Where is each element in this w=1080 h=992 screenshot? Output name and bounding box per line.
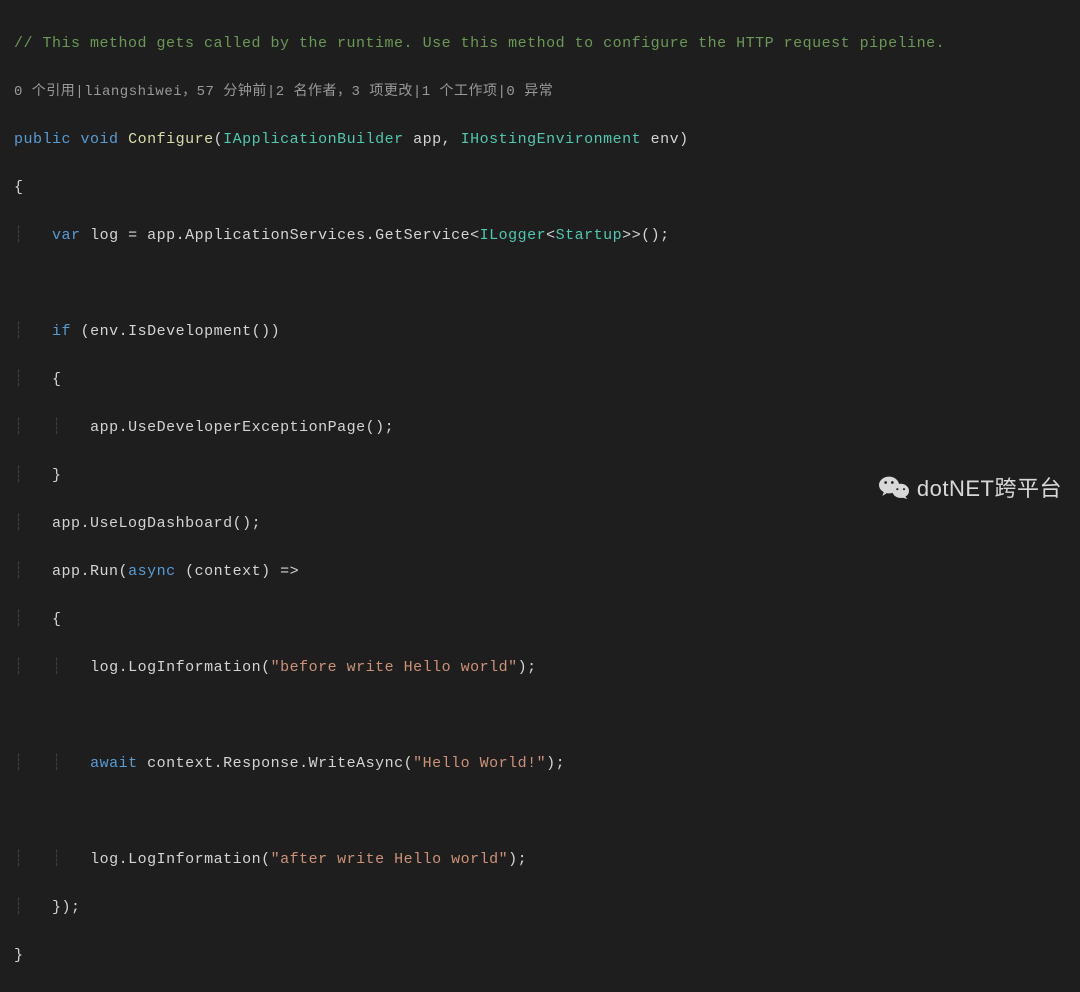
brace-close: } <box>14 947 24 964</box>
watermark: dotNET跨平台 <box>879 471 1062 506</box>
type-iappbuilder: IApplicationBuilder <box>223 131 404 148</box>
keyword-void: void <box>81 131 119 148</box>
keyword-async: async <box>128 563 176 580</box>
brace-open: { <box>14 179 24 196</box>
code-statement: app.UseDeveloperExceptionPage(); <box>90 419 394 436</box>
keyword-var: var <box>52 227 81 244</box>
type-ilogger: ILogger <box>480 227 547 244</box>
type-ihostingenv: IHostingEnvironment <box>461 131 642 148</box>
string-literal: "after write Hello world" <box>271 851 509 868</box>
keyword-await: await <box>90 755 138 772</box>
string-literal: "Hello World!" <box>413 755 546 772</box>
keyword-public: public <box>14 131 71 148</box>
wechat-icon <box>879 475 909 501</box>
watermark-text: dotNET跨平台 <box>917 471 1062 506</box>
comment-line: // This method gets called by the runtim… <box>14 35 945 52</box>
codelens-info[interactable]: 0 个引用|liangshiwei，57 分钟前|2 名作者，3 项更改|1 个… <box>14 84 553 100</box>
type-startup: Startup <box>556 227 623 244</box>
keyword-if: if <box>52 323 71 340</box>
method-name: Configure <box>128 131 214 148</box>
string-literal: "before write Hello world" <box>271 659 518 676</box>
